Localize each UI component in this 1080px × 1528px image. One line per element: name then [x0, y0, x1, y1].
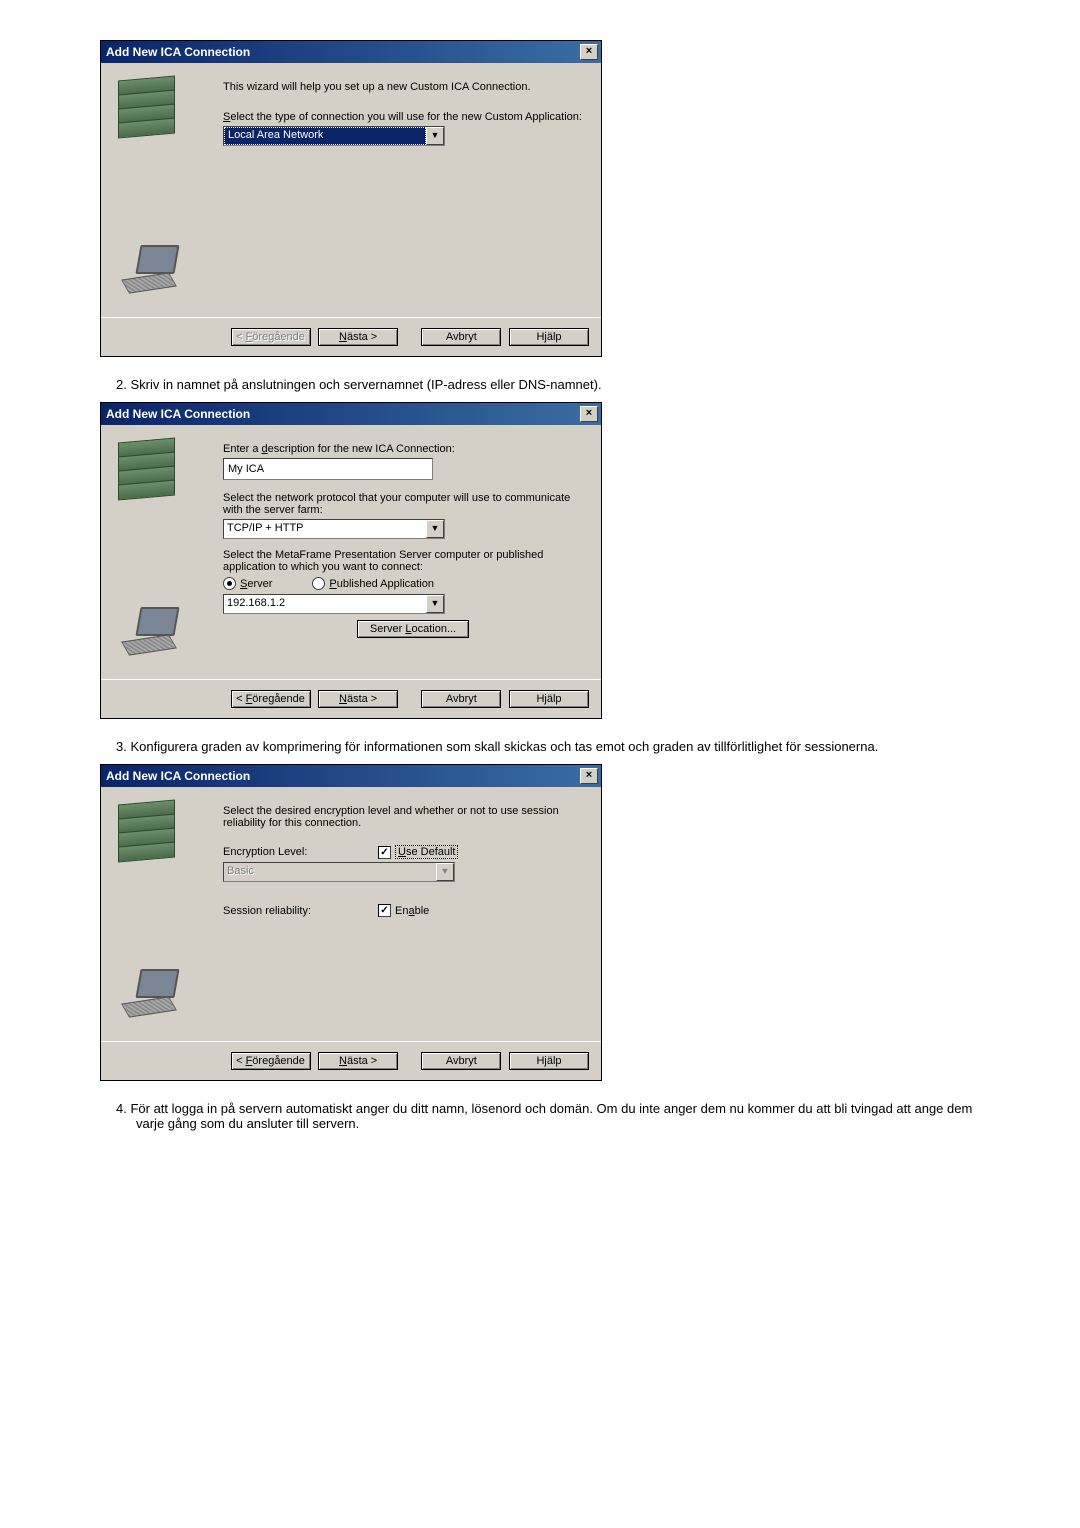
wizard-graphic [113, 437, 213, 667]
protocol-select[interactable]: TCP/IP + HTTP ▼ [223, 519, 445, 539]
protocol-label: Select the network protocol that your co… [223, 492, 589, 516]
select-type-label: Select the type of connection you will u… [223, 111, 589, 123]
enable-checkbox[interactable]: ✓ [378, 904, 391, 917]
server-select[interactable]: 192.168.1.2 ▼ [223, 594, 445, 614]
next-button[interactable]: Nästa > [318, 1052, 398, 1070]
prev-button: < Föregående [231, 328, 311, 346]
radio-server[interactable] [223, 577, 236, 590]
step-2-text: 2. Skriv in namnet på anslutningen och s… [100, 377, 980, 392]
close-icon[interactable]: × [580, 768, 598, 784]
dialog-footer: < Föregående Nästa > Avbryt Hjälp [101, 317, 601, 356]
dialog-title: Add New ICA Connection [106, 407, 250, 421]
dialog-title: Add New ICA Connection [106, 769, 250, 783]
chevron-down-icon: ▼ [436, 863, 454, 881]
encryption-level-value: Basic [224, 864, 436, 880]
dialog-title: Add New ICA Connection [106, 45, 250, 59]
radio-published-label: Published Application [329, 578, 434, 590]
encryption-level-label: Encryption Level: [223, 846, 378, 858]
wizard-graphic [113, 799, 213, 1029]
close-icon[interactable]: × [580, 406, 598, 422]
step-3-text: 3. Konfigurera graden av komprimering fö… [100, 739, 980, 754]
chevron-down-icon[interactable]: ▼ [426, 595, 444, 613]
encryption-level-select: Basic ▼ [223, 862, 455, 882]
step-4-text: 4. För att logga in på servern automatis… [100, 1101, 980, 1131]
radio-published-app[interactable] [312, 577, 325, 590]
help-button[interactable]: Hjälp [509, 1052, 589, 1070]
dialog-2: Add New ICA Connection × Enter a descrip… [100, 402, 602, 719]
cancel-button[interactable]: Avbryt [421, 1052, 501, 1070]
titlebar: Add New ICA Connection × [101, 403, 601, 425]
chevron-down-icon[interactable]: ▼ [426, 127, 444, 145]
use-default-checkbox[interactable]: ✓ [378, 846, 391, 859]
enable-label: Enable [395, 905, 429, 917]
connection-type-select[interactable]: Local Area Network ▼ [223, 126, 445, 146]
cancel-button[interactable]: Avbryt [421, 328, 501, 346]
dialog-3: Add New ICA Connection × Select the desi… [100, 764, 602, 1081]
wizard-graphic [113, 75, 213, 305]
radio-server-label: Server [240, 578, 272, 590]
next-button[interactable]: Nästa > [318, 328, 398, 346]
session-reliability-label: Session reliability: [223, 905, 378, 917]
titlebar: Add New ICA Connection × [101, 765, 601, 787]
help-button[interactable]: Hjälp [509, 328, 589, 346]
protocol-value: TCP/IP + HTTP [224, 521, 426, 537]
prev-button[interactable]: < Föregående [231, 690, 311, 708]
connection-type-value: Local Area Network [224, 127, 426, 145]
use-default-label: Use Default [395, 845, 458, 859]
description-input[interactable] [223, 458, 433, 480]
metaframe-label: Select the MetaFrame Presentation Server… [223, 549, 589, 573]
intro-text: This wizard will help you set up a new C… [223, 81, 589, 93]
close-icon[interactable]: × [580, 44, 598, 60]
titlebar: Add New ICA Connection × [101, 41, 601, 63]
dialog-1: Add New ICA Connection × This wizard wil… [100, 40, 602, 357]
description-label: Enter a description for the new ICA Conn… [223, 443, 589, 455]
server-value: 192.168.1.2 [224, 596, 426, 612]
cancel-button[interactable]: Avbryt [421, 690, 501, 708]
dialog-footer: < Föregående Nästa > Avbryt Hjälp [101, 679, 601, 718]
next-button[interactable]: Nästa > [318, 690, 398, 708]
prev-button[interactable]: < Föregående [231, 1052, 311, 1070]
dialog-footer: < Föregående Nästa > Avbryt Hjälp [101, 1041, 601, 1080]
server-location-button[interactable]: Server Location... [357, 620, 469, 638]
chevron-down-icon[interactable]: ▼ [426, 520, 444, 538]
encryption-intro: Select the desired encryption level and … [223, 805, 589, 829]
help-button[interactable]: Hjälp [509, 690, 589, 708]
